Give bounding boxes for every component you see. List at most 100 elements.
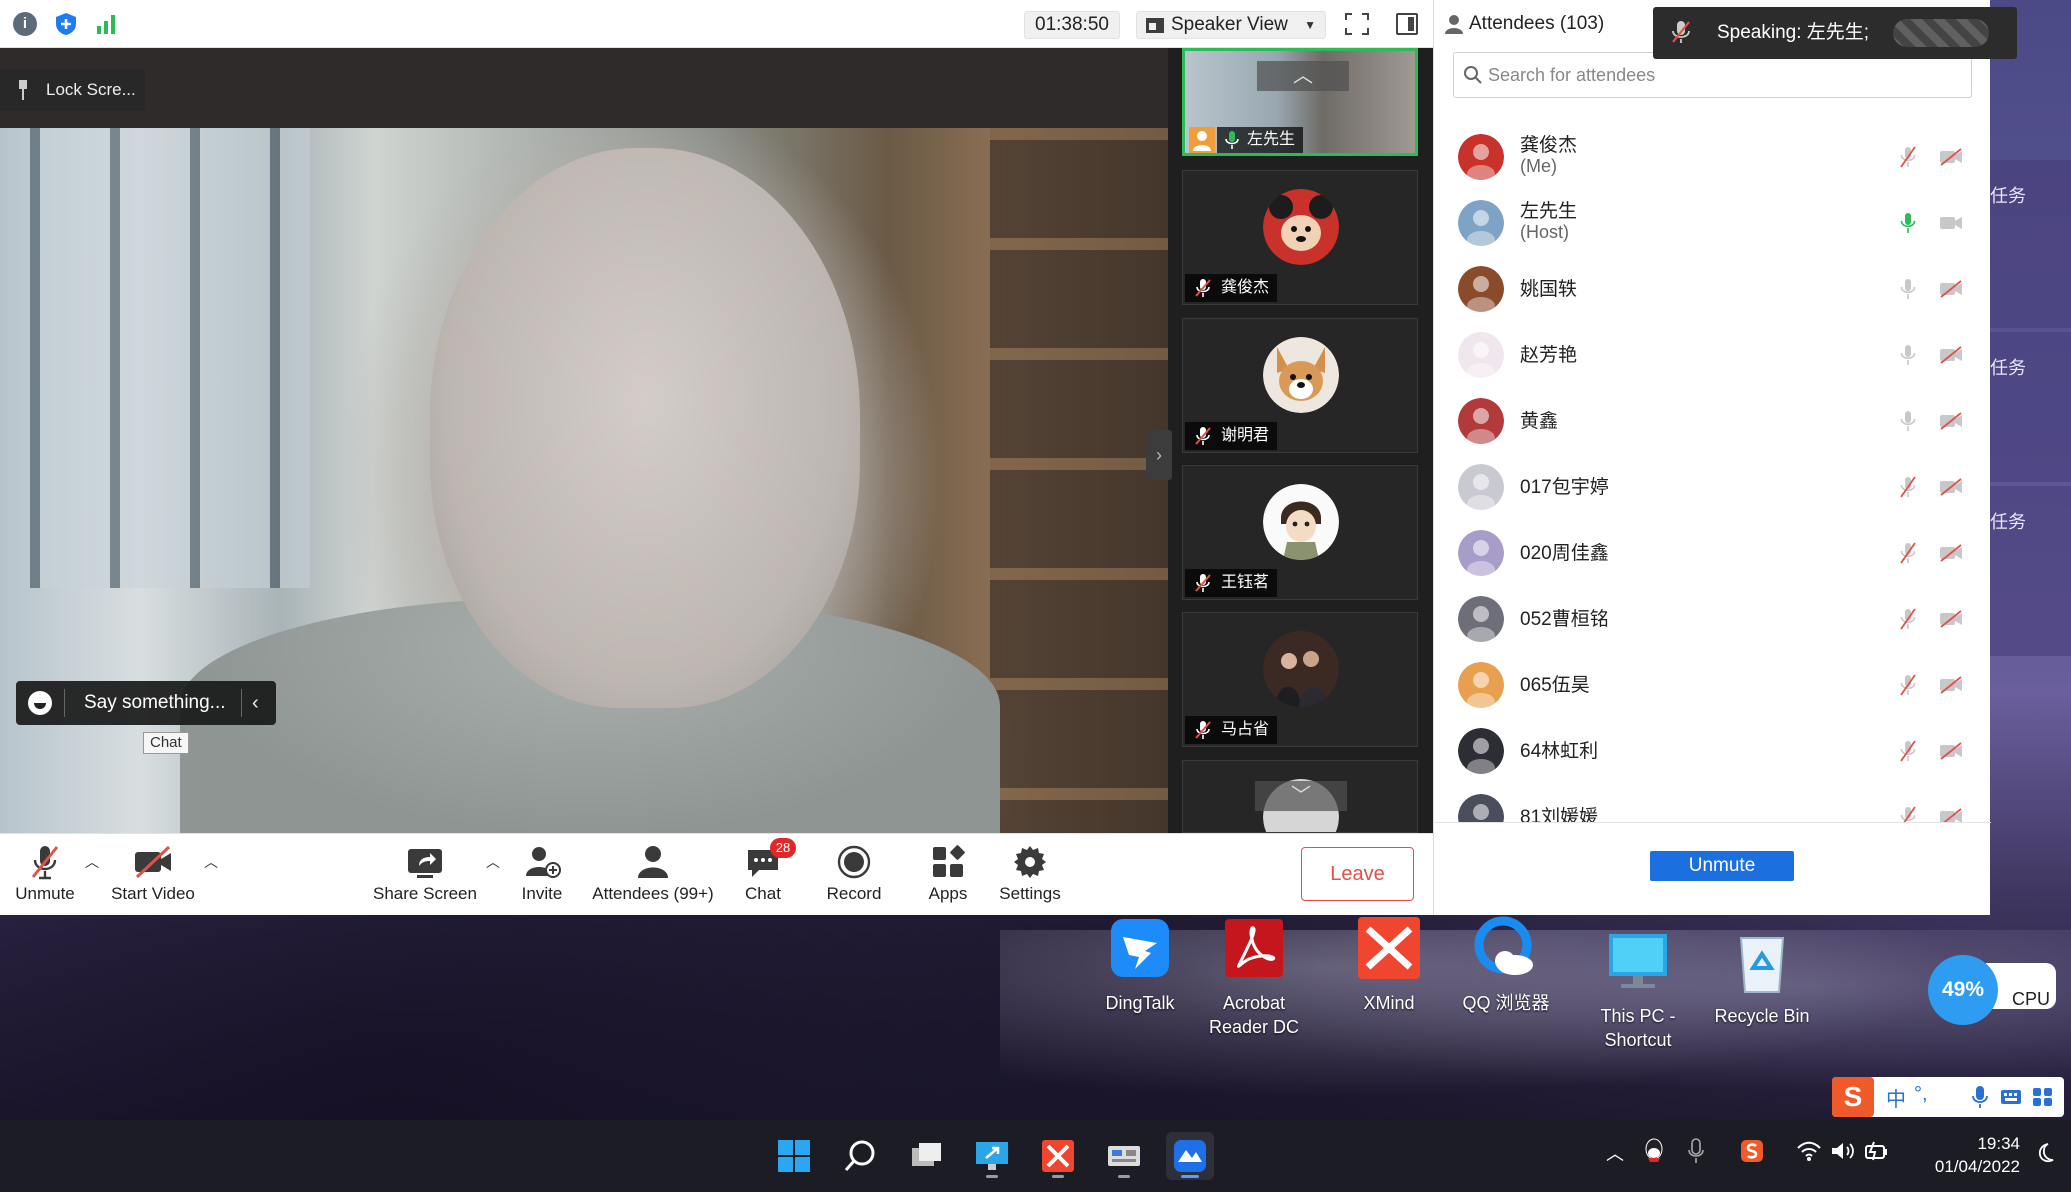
microphone-icon[interactable]: [1688, 1138, 1704, 1164]
battery-charging-icon[interactable]: [1862, 1140, 1888, 1162]
attendee-search-input[interactable]: [1488, 61, 1958, 89]
attendee-row[interactable]: 64林虹利: [1434, 714, 1991, 780]
microphone-muted-icon[interactable]: [1900, 542, 1916, 564]
info-icon[interactable]: i: [13, 12, 37, 36]
video-camera-icon[interactable]: [1939, 214, 1963, 232]
microphone-icon[interactable]: [1900, 278, 1916, 300]
record-button[interactable]: Record: [818, 844, 890, 914]
invite-button[interactable]: Invite: [512, 844, 572, 914]
unmute-button[interactable]: Unmute: [10, 844, 80, 914]
task-view-button[interactable]: [902, 1132, 950, 1180]
attendee-row[interactable]: 052曹桓铭: [1434, 582, 1991, 648]
video-off-icon[interactable]: [1939, 808, 1963, 822]
video-off-icon[interactable]: [1939, 412, 1963, 430]
attendee-row[interactable]: 黄鑫: [1434, 384, 1991, 450]
attendees-button[interactable]: Attendees (99+): [590, 844, 716, 914]
desktop-icon-dingtalk[interactable]: DingTalk: [1084, 915, 1196, 1015]
panel-unmute-button[interactable]: Unmute: [1650, 851, 1794, 881]
signal-strength-icon[interactable]: [95, 12, 119, 36]
video-off-icon[interactable]: [1939, 148, 1963, 166]
video-off-icon[interactable]: [1939, 610, 1963, 628]
chevron-up-icon[interactable]: ︿: [1257, 61, 1349, 91]
taskbar-app-remote-desktop[interactable]: [968, 1132, 1016, 1180]
notifications-moon-icon[interactable]: [2034, 1142, 2056, 1164]
fullscreen-icon[interactable]: [1345, 13, 1369, 35]
wifi-icon[interactable]: [1796, 1140, 1822, 1162]
desktop-icon-acrobat[interactable]: Acrobat Reader DC: [1198, 915, 1310, 1039]
video-off-icon[interactable]: [1939, 742, 1963, 760]
shield-icon[interactable]: [54, 12, 78, 36]
attendee-row[interactable]: 左先生 (Host): [1434, 186, 1991, 252]
thumbnail-participant[interactable]: 谢明君: [1182, 318, 1418, 453]
sogou-icon[interactable]: S: [1832, 1077, 1874, 1117]
attendee-row[interactable]: 020周佳鑫: [1434, 516, 1991, 582]
attendee-row[interactable]: 065伍昊: [1434, 648, 1991, 714]
chevron-up-icon[interactable]: ︿: [85, 852, 99, 872]
desktop-icon-this-pc[interactable]: This PC - Shortcut: [1582, 928, 1694, 1052]
microphone-muted-icon[interactable]: [1900, 146, 1916, 168]
attendee-row[interactable]: 81刘媛媛: [1434, 780, 1991, 822]
microphone-muted-icon[interactable]: [1900, 476, 1916, 498]
chevron-up-icon[interactable]: ︿: [1606, 1140, 1624, 1166]
microphone-icon[interactable]: [1900, 344, 1916, 366]
say-something-input[interactable]: Say something...: [84, 681, 226, 725]
taskbar-search-button[interactable]: [836, 1132, 884, 1180]
toolbox-icon[interactable]: [2032, 1087, 2054, 1107]
microphone-muted-icon[interactable]: [1900, 740, 1916, 762]
microphone-muted-icon[interactable]: [1900, 674, 1916, 696]
leave-button[interactable]: Leave: [1301, 847, 1414, 901]
quick-chat-box[interactable]: Say something... ‹: [16, 681, 276, 725]
view-mode-dropdown[interactable]: Speaker View ▼: [1136, 11, 1326, 39]
thumbnail-participant[interactable]: ﹀: [1182, 760, 1418, 833]
desktop-icon-recycle-bin[interactable]: Recycle Bin: [1706, 928, 1818, 1028]
chevron-down-icon[interactable]: ﹀: [1255, 781, 1347, 811]
ime-language-toggle[interactable]: 中: [1886, 1083, 1906, 1112]
attendee-row[interactable]: 姚国轶: [1434, 252, 1991, 318]
avatar: [1458, 200, 1504, 246]
video-off-icon[interactable]: [1939, 346, 1963, 364]
video-off-icon[interactable]: [1939, 280, 1963, 298]
ime-punctuation-toggle[interactable]: °,: [1914, 1083, 1928, 1106]
chevron-up-icon[interactable]: ︿: [486, 852, 500, 872]
start-video-button[interactable]: Start Video: [108, 844, 198, 914]
thumbnail-participant[interactable]: 龚俊杰: [1182, 170, 1418, 305]
microphone-icon[interactable]: [1900, 212, 1916, 234]
keyboard-icon[interactable]: [2000, 1087, 2022, 1107]
person-icon: [1445, 15, 1463, 34]
desktop-icon-qq-browser[interactable]: QQ 浏览器: [1450, 915, 1562, 1015]
thumbnail-participant[interactable]: 马占省: [1182, 612, 1418, 747]
microphone-muted-icon[interactable]: [1900, 608, 1916, 630]
desktop-icon-xmind[interactable]: XMind: [1333, 915, 1445, 1015]
lock-screen-button[interactable]: Lock Scre...: [0, 69, 145, 111]
microphone-icon[interactable]: [1900, 410, 1916, 432]
thumbnail-active-speaker[interactable]: ︿ 左先生: [1182, 48, 1418, 156]
cpu-monitor-widget[interactable]: 49% CPU: [1928, 955, 2056, 1025]
video-off-icon[interactable]: [1939, 544, 1963, 562]
volume-icon[interactable]: [1830, 1140, 1856, 1162]
share-screen-button[interactable]: Share Screen: [372, 844, 478, 914]
input-method-bar[interactable]: S 中 °,: [1832, 1077, 2064, 1117]
microphone-muted-icon[interactable]: [1900, 806, 1916, 822]
taskbar-app-tencent-meeting[interactable]: [1166, 1132, 1214, 1180]
apps-button[interactable]: Apps: [920, 844, 976, 914]
attendee-row[interactable]: 赵芳艳: [1434, 318, 1991, 384]
video-off-icon[interactable]: [1939, 478, 1963, 496]
microphone-icon[interactable]: [1972, 1085, 1988, 1109]
system-clock[interactable]: 19:34 01/04/2022: [1910, 1132, 2020, 1178]
chevron-right-icon[interactable]: ›: [1146, 430, 1172, 480]
settings-button[interactable]: Settings: [997, 844, 1063, 914]
emoji-icon[interactable]: [28, 691, 52, 715]
taskbar-app-network-tool[interactable]: [1100, 1132, 1148, 1180]
chevron-up-icon[interactable]: ︿: [204, 852, 218, 872]
attendee-row[interactable]: 017包宇婷: [1434, 450, 1991, 516]
video-off-icon[interactable]: [1939, 676, 1963, 694]
start-button[interactable]: [770, 1132, 818, 1180]
thumbnail-participant[interactable]: 王钰茗: [1182, 465, 1418, 600]
toggle-panel-icon[interactable]: [1396, 13, 1418, 35]
sogou-tray-icon[interactable]: [1740, 1139, 1764, 1163]
attendee-row[interactable]: 龚俊杰 (Me): [1434, 120, 1991, 186]
chevron-left-icon[interactable]: ‹: [252, 681, 259, 725]
thumbnail-name: 左先生: [1247, 131, 1296, 148]
qq-icon[interactable]: [1642, 1138, 1666, 1164]
taskbar-app-xmind[interactable]: [1034, 1132, 1082, 1180]
